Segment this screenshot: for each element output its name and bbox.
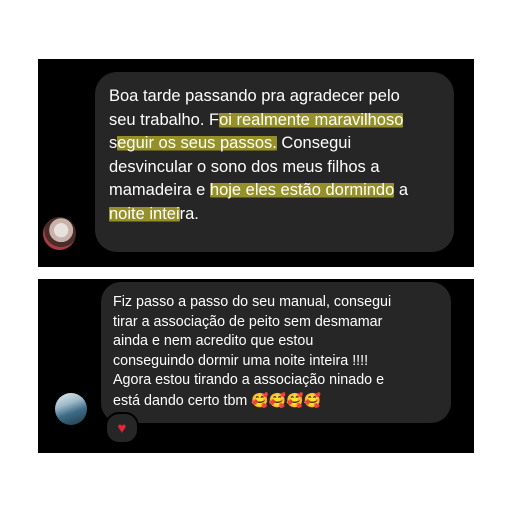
smiling-face-with-hearts-icon: 🥰🥰🥰🥰 <box>251 391 322 408</box>
message-line: mamadeira e hoje eles estão dormindo a <box>109 179 440 203</box>
avatar[interactable] <box>55 393 87 425</box>
highlighted-text: oi realmente maravilhoso <box>219 110 404 129</box>
dm-screenshot-1: Boa tarde passando pra agradecer pelo seu… <box>38 59 474 267</box>
message-line: noite inteira. <box>109 203 440 227</box>
message-line: tirar a associação de peito sem desmamar <box>113 313 383 330</box>
message-text: Boa tarde passando pra agradecer pelo <box>109 87 400 105</box>
highlighted-text: hoje eles estão dormindo <box>209 181 395 199</box>
message-line: está dando certo tbm 🥰🥰🥰🥰 <box>113 391 439 412</box>
message-text: desvincular o sono dos meus filhos a <box>109 157 380 176</box>
message-line: Boa tarde passando pra agradecer pelo <box>109 85 440 109</box>
message-text: s <box>109 134 118 152</box>
message-text: ra. <box>179 204 199 223</box>
avatar[interactable] <box>43 217 76 250</box>
message-text: mamadeira e <box>109 181 210 199</box>
message-line: seguir os seus passos. Consegui <box>109 132 440 156</box>
message-line: ainda e nem acredito que estou <box>113 333 314 349</box>
message-text: seu trabalho. F <box>109 110 220 129</box>
message-line: seu trabalho. Foi realmente maravilhoso <box>109 109 440 133</box>
message-text: a <box>394 181 409 199</box>
dm-screenshot-2: Fiz passo a passo do seu manual, consegu… <box>38 279 474 453</box>
message-bubble-1[interactable]: Boa tarde passando pra agradecer pelo seu… <box>95 72 454 252</box>
message-bubble-2[interactable]: Fiz passo a passo do seu manual, consegu… <box>101 282 451 423</box>
message-line: Agora estou tirando a associação ninado … <box>113 372 385 388</box>
heart-reaction[interactable]: ♥ <box>105 412 139 444</box>
message-text: está dando certo tbm <box>113 392 248 409</box>
highlighted-text: eguir os seus passos. <box>117 134 277 152</box>
message-line: conseguindo dormir uma noite inteira !!!… <box>113 352 369 369</box>
message-line: desvincular o sono dos meus filhos a <box>109 156 440 180</box>
heart-icon: ♥ <box>117 419 127 437</box>
highlighted-text: noite intei <box>109 204 180 223</box>
message-text: Consegui <box>276 134 352 152</box>
message-line: Fiz passo a passo do seu manual, consegu… <box>113 294 392 310</box>
